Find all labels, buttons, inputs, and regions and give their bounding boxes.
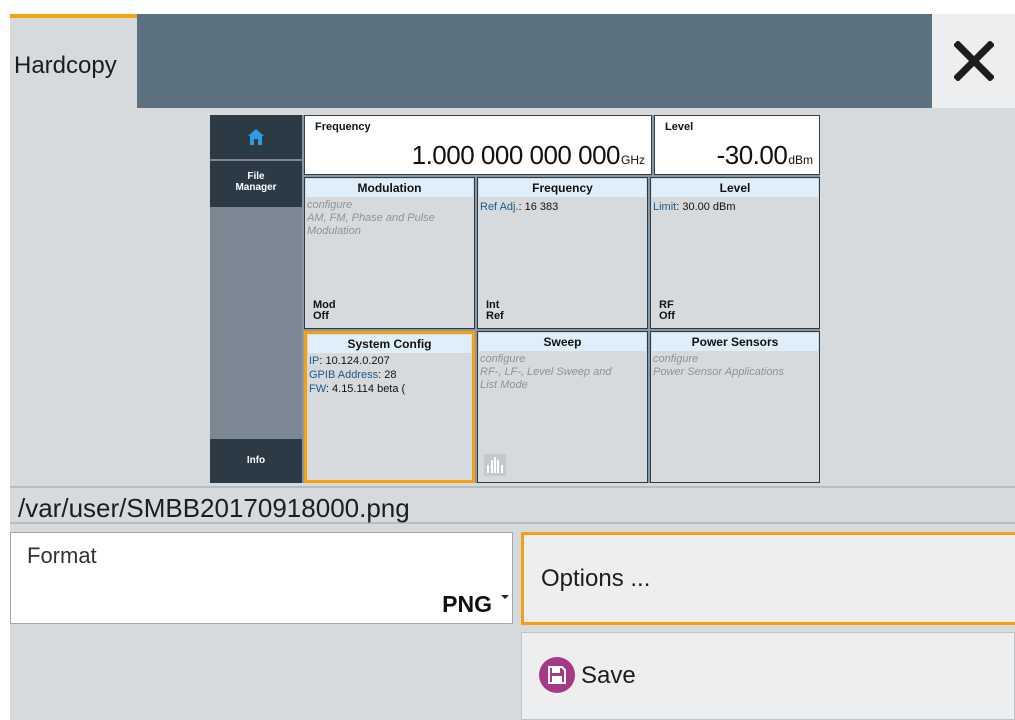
tile-title: Modulation bbox=[306, 179, 473, 197]
hardcopy-dialog: Hardcopy File Manager Info Frequency 1.0… bbox=[10, 14, 1015, 720]
preview-home-button bbox=[210, 115, 302, 159]
line-key: GPIB Address bbox=[309, 369, 379, 381]
frequency-unit: GHz bbox=[621, 153, 645, 167]
line-key: Limit bbox=[653, 201, 677, 213]
tile-description: configure AM, FM, Phase and Pulse Modula… bbox=[307, 199, 435, 237]
tile-title: Power Sensors bbox=[652, 333, 818, 351]
line-value: : 30.00 dBm bbox=[676, 201, 736, 213]
screenshot-preview: File Manager Info Frequency 1.000 000 00… bbox=[210, 115, 820, 483]
sweep-icon bbox=[484, 454, 506, 476]
title-bar: Hardcopy bbox=[10, 14, 1015, 108]
tile-line: GPIB Address: 28 bbox=[309, 369, 470, 382]
line-value: : 28 bbox=[378, 369, 397, 381]
tile-system-config: System Config IP: 10.124.0.207 GPIB Addr… bbox=[304, 331, 475, 483]
tile-title: Level bbox=[652, 179, 818, 197]
tile-description: configure Power Sensor Applications bbox=[653, 353, 785, 378]
level-value: -30.00dBm bbox=[717, 140, 813, 171]
frequency-number: 1.000 000 000 000 bbox=[411, 140, 621, 170]
line-key: Ref Adj. bbox=[480, 201, 519, 213]
dialog-title: Hardcopy bbox=[14, 52, 117, 79]
options-button[interactable]: Options ... bbox=[521, 532, 1015, 625]
tile-line: Ref Adj.: 16 383 bbox=[480, 201, 645, 214]
preview-file-manager: File Manager bbox=[210, 161, 302, 207]
file-manager-label: File Manager bbox=[235, 171, 277, 193]
tile-frequency: Frequency Ref Adj.: 16 383 Int Ref bbox=[477, 177, 648, 329]
line-key: FW bbox=[309, 383, 326, 395]
level-label: Level bbox=[665, 121, 694, 133]
close-icon bbox=[953, 41, 994, 81]
tile-power-sensors: Power Sensors configure Power Sensor App… bbox=[650, 331, 820, 483]
tile-modulation: Modulation configure AM, FM, Phase and P… bbox=[304, 177, 475, 329]
file-path: /var/user/SMBB20170918000.png bbox=[18, 493, 410, 523]
info-label: Info bbox=[246, 455, 266, 466]
options-label: Options ... bbox=[541, 565, 651, 592]
format-value: PNG bbox=[442, 591, 492, 617]
file-path-bar[interactable]: /var/user/SMBB20170918000.png bbox=[10, 486, 1015, 524]
format-select[interactable]: Format PNG bbox=[10, 532, 513, 624]
tile-line: IP: 10.124.0.207 bbox=[309, 355, 470, 368]
preview-sidebar: File Manager Info bbox=[210, 115, 302, 483]
title-tab: Hardcopy bbox=[10, 14, 137, 108]
floppy-disk-icon bbox=[539, 657, 575, 693]
dropdown-caret-icon bbox=[501, 595, 509, 599]
tile-level: Level Limit: 30.00 dBm RF Off bbox=[650, 177, 820, 329]
preview-frequency-header: Frequency 1.000 000 000 000GHz bbox=[304, 115, 652, 175]
tile-title: Frequency bbox=[479, 179, 646, 197]
save-button[interactable]: Save bbox=[521, 632, 1015, 720]
frequency-label: Frequency bbox=[315, 121, 371, 133]
tile-state: Int Ref bbox=[486, 300, 504, 322]
preview-level-header: Level -30.00dBm bbox=[654, 115, 820, 175]
tile-title: Sweep bbox=[479, 333, 646, 351]
level-number: -30.00 bbox=[716, 140, 788, 170]
save-label: Save bbox=[581, 662, 636, 689]
tile-line: Limit: 30.00 dBm bbox=[653, 201, 817, 214]
close-button[interactable] bbox=[932, 14, 1015, 108]
tile-description: configure RF-, LF-, Level Sweep and List… bbox=[480, 353, 612, 391]
frequency-value: 1.000 000 000 000GHz bbox=[412, 140, 645, 171]
line-value: : 4.15.114 beta ( bbox=[325, 383, 406, 395]
tile-line: FW: 4.15.114 beta ( bbox=[309, 383, 470, 396]
format-label: Format bbox=[27, 543, 97, 568]
line-value: : 10.124.0.207 bbox=[319, 355, 390, 367]
tile-sweep: Sweep configure RF-, LF-, Level Sweep an… bbox=[477, 331, 648, 483]
tile-state: RF Off bbox=[659, 300, 675, 322]
tile-title: System Config bbox=[308, 335, 471, 353]
floppy-disk-glyph bbox=[548, 666, 566, 684]
home-icon bbox=[248, 129, 264, 145]
tile-state: Mod Off bbox=[313, 300, 336, 322]
line-value: : 16 383 bbox=[518, 201, 559, 213]
state-line: Ref bbox=[486, 310, 504, 322]
state-line: Off bbox=[659, 310, 675, 322]
level-unit: dBm bbox=[788, 153, 813, 167]
line-key: IP bbox=[309, 355, 320, 367]
preview-info: Info bbox=[210, 439, 302, 483]
state-line: Off bbox=[313, 310, 329, 322]
